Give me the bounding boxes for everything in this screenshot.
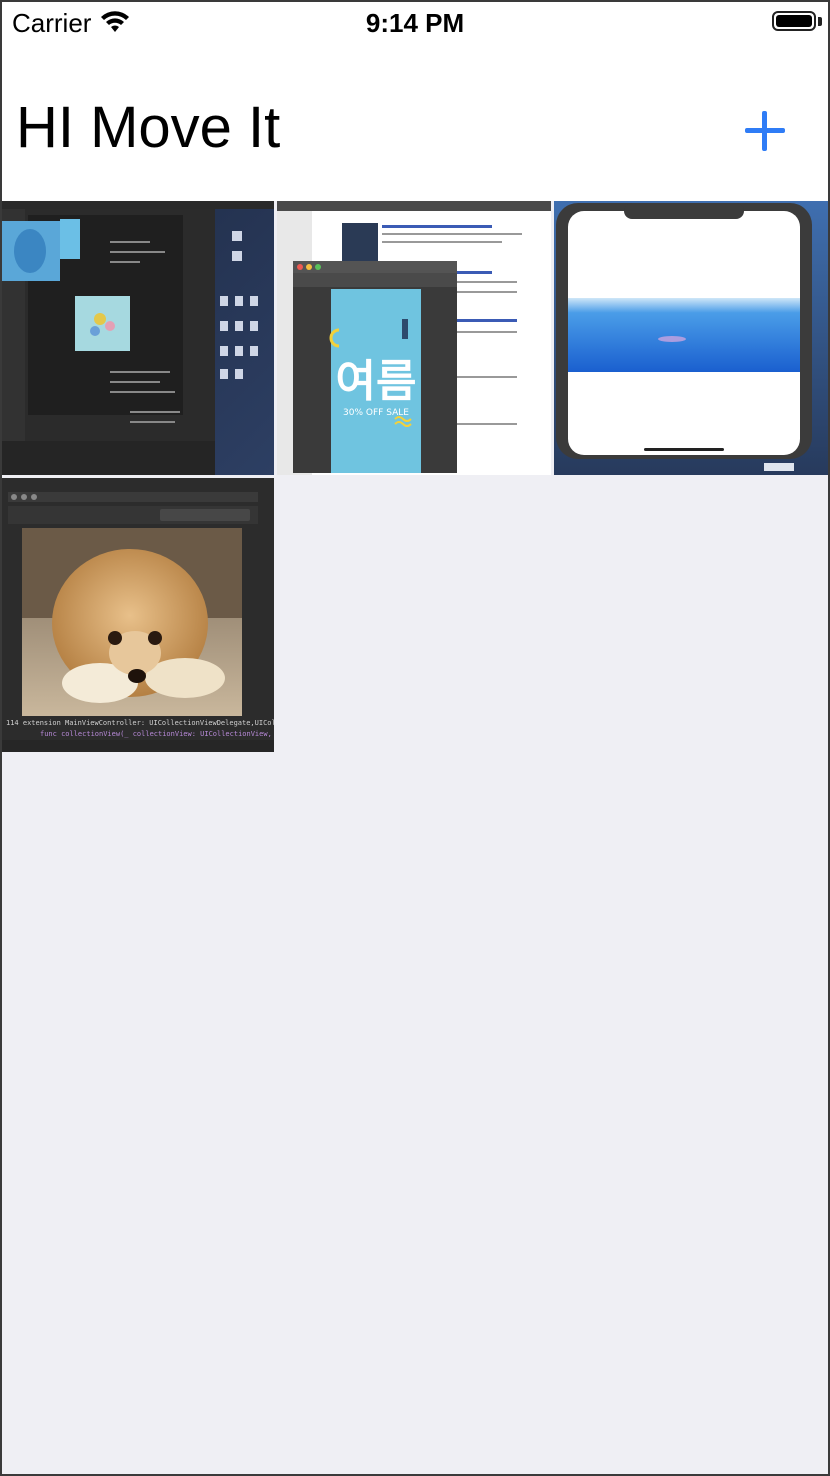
photo-cell-2[interactable]: 여름 30% OFF SALE xyxy=(277,201,551,475)
code-line-1: 114 extension MainViewController: UIColl… xyxy=(6,719,274,727)
navigation-bar: HI Move It xyxy=(0,46,830,201)
battery-icon xyxy=(772,11,816,31)
page-title: HI Move It xyxy=(16,95,281,160)
phone-ocean-image xyxy=(554,201,828,475)
summer-sale-image: 여름 30% OFF SALE xyxy=(277,201,551,475)
status-bar: Carrier 9:14 PM xyxy=(0,0,830,46)
photo-cell-3[interactable] xyxy=(554,201,828,475)
add-button[interactable] xyxy=(738,104,792,158)
battery-cap xyxy=(818,17,822,26)
puppy-image: 114 extension MainViewController: UIColl… xyxy=(0,478,274,752)
poster-title: 여름 xyxy=(336,356,417,407)
photo-cell-4[interactable]: 114 extension MainViewController: UIColl… xyxy=(0,478,274,752)
code-line-2: func collectionView(_ collectionView: UI… xyxy=(40,730,274,738)
clock: 9:14 PM xyxy=(365,8,465,38)
desktop-screenshot-image xyxy=(0,201,274,475)
photo-cell-1[interactable] xyxy=(0,201,274,475)
